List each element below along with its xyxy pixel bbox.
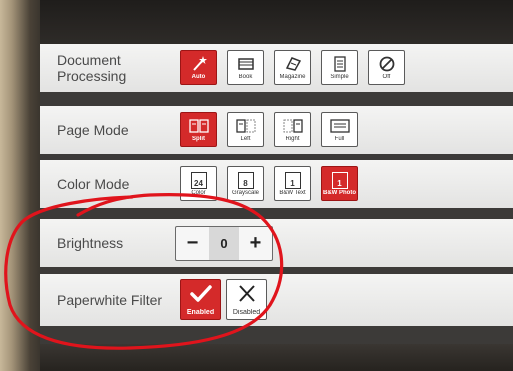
full-page-icon — [322, 116, 357, 136]
page-icon — [322, 54, 357, 74]
book-option-label: Book — [238, 74, 253, 80]
split-option-button[interactable]: Split — [180, 112, 217, 147]
bw-photo-option-button[interactable]: 1 B&W Photo — [321, 166, 358, 201]
book-option-button[interactable]: Book — [227, 50, 264, 85]
checkmark-icon — [181, 284, 220, 304]
brightness-stepper: − 0 + — [175, 226, 273, 261]
left-option-label: Left — [240, 136, 251, 142]
color-option-button[interactable]: 24 Color — [180, 166, 217, 201]
device-bezel-top — [40, 0, 513, 44]
magic-wand-icon — [181, 54, 216, 74]
bw-text-option-label: B&W Text — [279, 190, 306, 196]
page-mode-label: Page Mode — [57, 122, 129, 138]
magazine-option-button[interactable]: Magazine — [274, 50, 311, 85]
grayscale-option-label: Grayscale — [231, 190, 259, 196]
grayscale-option-button[interactable]: 8 Grayscale — [227, 166, 264, 201]
off-option-label: Off — [382, 74, 391, 80]
page-mode-row: Page Mode Split Left Right Full — [40, 106, 513, 154]
auto-option-button[interactable]: Auto — [180, 50, 217, 85]
split-page-icon — [181, 116, 216, 136]
grayscale-8bit-icon: 8 — [228, 170, 263, 190]
paperwhite-enabled-label: Enabled — [186, 309, 215, 316]
x-icon — [227, 284, 266, 304]
bw-photo-bit-depth-text: 1 — [331, 171, 348, 189]
brightness-decrease-button[interactable]: − — [176, 227, 209, 260]
bw-photo-1bit-icon: 1 — [322, 170, 357, 190]
simple-option-button[interactable]: Simple — [321, 50, 358, 85]
color-option-label: Color — [191, 190, 206, 196]
auto-option-label: Auto — [191, 74, 206, 80]
no-symbol-icon — [369, 54, 404, 74]
color-bit-depth-text: 24 — [190, 171, 207, 189]
magazine-option-label: Magazine — [279, 74, 306, 80]
device-bezel-left — [0, 0, 40, 371]
left-option-button[interactable]: Left — [227, 112, 264, 147]
document-processing-label: Document Processing — [57, 52, 127, 84]
bw-text-bit-depth-text: 1 — [284, 171, 301, 189]
color-24bit-icon: 24 — [181, 170, 216, 190]
bw-text-option-button[interactable]: 1 B&W Text — [274, 166, 311, 201]
magazine-icon — [275, 54, 310, 74]
full-option-button[interactable]: Full — [321, 112, 358, 147]
split-option-label: Split — [192, 136, 205, 142]
bw-photo-option-label: B&W Photo — [323, 190, 356, 196]
paperwhite-filter-row: Paperwhite Filter Enabled Disabled — [40, 274, 513, 326]
document-processing-row: Document Processing Auto Book Magazine S… — [40, 44, 513, 92]
brightness-row: Brightness − 0 + — [40, 219, 513, 267]
device-bezel-bottom — [40, 344, 513, 371]
color-mode-row: Color Mode 24 Color 8 Grayscale 1 B&W Te… — [40, 160, 513, 208]
simple-option-label: Simple — [330, 74, 349, 80]
brightness-increase-button[interactable]: + — [239, 227, 272, 260]
right-option-button[interactable]: Right — [274, 112, 311, 147]
paperwhite-enabled-button[interactable]: Enabled — [180, 279, 221, 320]
grayscale-bit-depth-text: 8 — [237, 171, 254, 189]
paperwhite-disabled-button[interactable]: Disabled — [226, 279, 267, 320]
left-page-icon — [228, 116, 263, 136]
off-option-button[interactable]: Off — [368, 50, 405, 85]
book-icon — [228, 54, 263, 74]
paperwhite-filter-label: Paperwhite Filter — [57, 292, 163, 308]
color-mode-label: Color Mode — [57, 176, 130, 192]
bw-text-1bit-icon: 1 — [275, 170, 310, 190]
right-page-icon — [275, 116, 310, 136]
right-option-label: Right — [285, 136, 300, 142]
brightness-label: Brightness — [57, 235, 124, 251]
full-option-label: Full — [334, 136, 345, 142]
paperwhite-disabled-label: Disabled — [232, 309, 261, 316]
brightness-value: 0 — [209, 227, 239, 260]
settings-screen: Document Processing Auto Book Magazine S… — [40, 44, 513, 344]
